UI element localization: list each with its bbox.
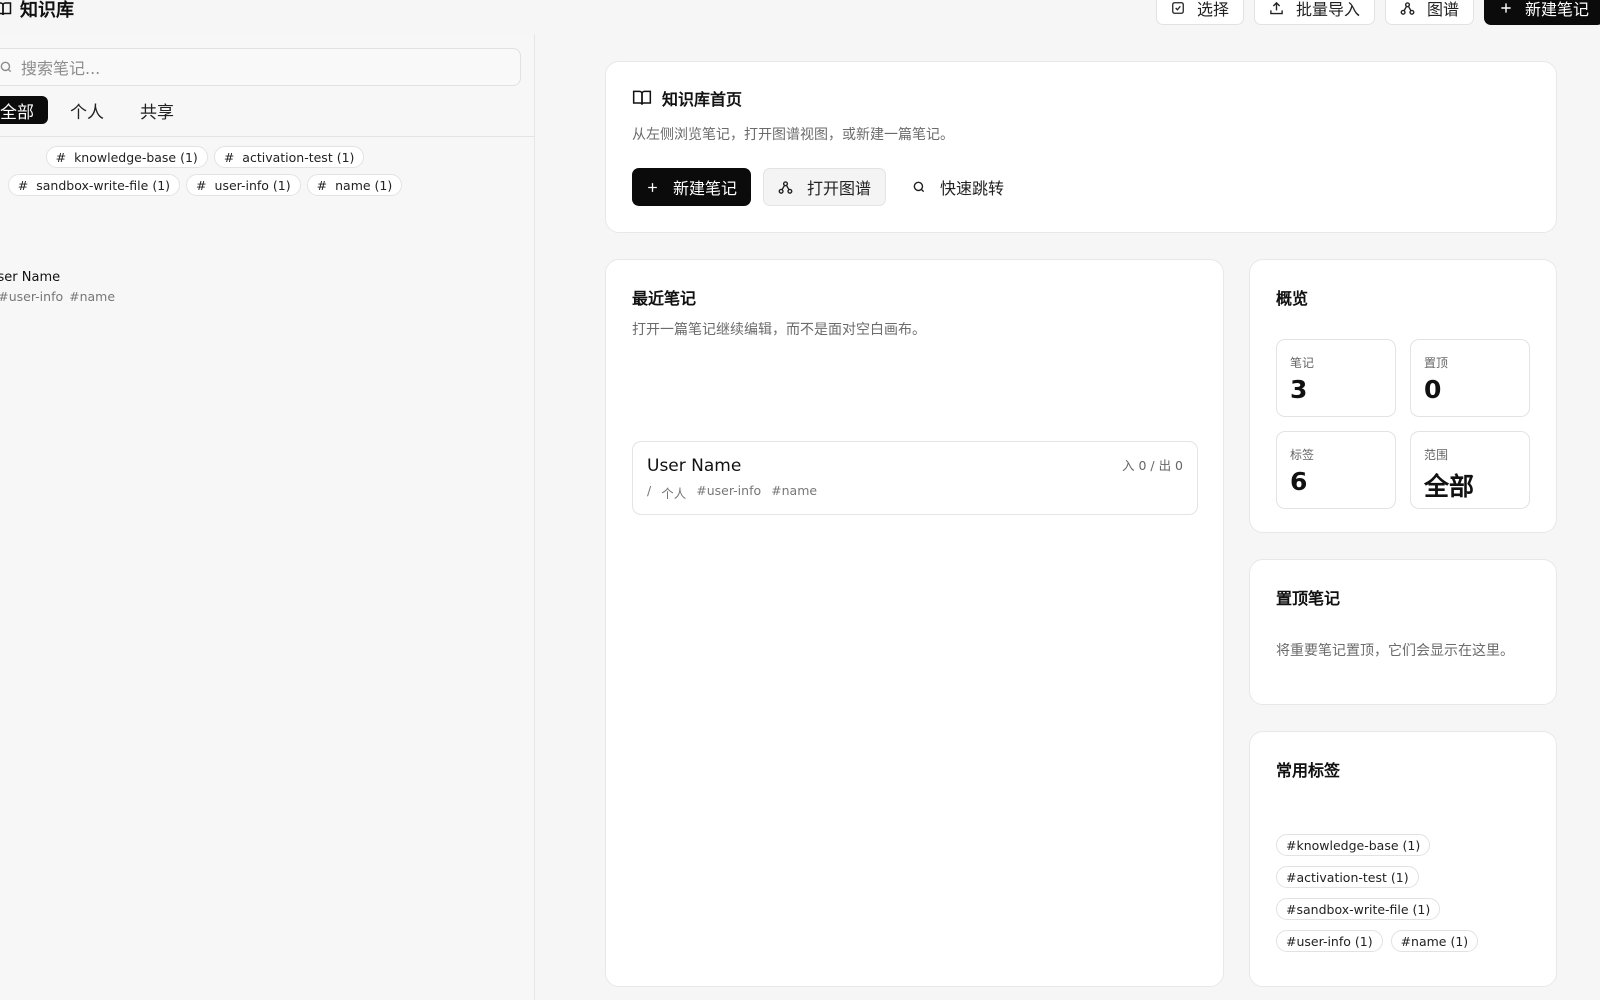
hash-icon: # — [316, 177, 328, 193]
sidebar-note-tag: #name — [69, 289, 116, 304]
plus-icon — [1499, 1, 1513, 15]
search-icon — [912, 180, 926, 194]
pinned-notes-title: 置顶笔记 — [1276, 589, 1341, 608]
divider — [0, 136, 535, 137]
common-tag-chip[interactable]: #activation-test (1) — [1276, 866, 1419, 888]
stat-label: 标签 — [1290, 448, 1315, 462]
import-button-label: 批量导入 — [1295, 0, 1360, 19]
hash-icon: # — [55, 149, 67, 165]
recent-note-tag: #name — [771, 483, 818, 498]
recent-notes-description: 打开一篇笔记继续编辑，而不是面对空白画布。 — [632, 322, 926, 338]
stat-value: 全部 — [1424, 472, 1475, 501]
tag-filter-label: sandbox-write-file (1) — [36, 177, 171, 193]
tab-shared[interactable]: 共享 — [134, 96, 188, 124]
stat-scope: 范围 全部 — [1410, 431, 1530, 509]
recent-notes-card: 最近笔记 打开一篇笔记继续编辑，而不是面对空白画布。 User Name 入 0… — [605, 259, 1224, 987]
hero-description: 从左侧浏览笔记，打开图谱视图，或新建一篇笔记。 — [632, 127, 954, 143]
new-note-button[interactable]: 新建笔记 — [1483, 0, 1600, 25]
stat-label: 范围 — [1424, 448, 1449, 462]
tag-filter-label: knowledge-base (1) — [74, 149, 198, 165]
sidebar-note-tag: #user-info — [0, 289, 64, 304]
quick-jump-button[interactable]: 快速跳转 — [898, 168, 1018, 206]
recent-note-path: / — [647, 483, 652, 498]
tag-filter-chip[interactable]: # user-info (1) — [186, 174, 301, 196]
top-bar: 知识库 选择 批量导入 图谱 新建笔记 — [0, 0, 1600, 34]
hash-icon: # — [196, 177, 207, 193]
hero-title: 知识库首页 — [632, 86, 1530, 110]
recent-notes-title: 最近笔记 — [632, 289, 697, 308]
overview-card: 概览 笔记 3 置顶 0 标签 6 范围 全部 — [1249, 259, 1557, 533]
open-graph-button[interactable]: 打开图谱 — [763, 168, 887, 206]
select-button-label: 选择 — [1196, 0, 1229, 19]
graph-button-label: 图谱 — [1426, 0, 1459, 19]
hash-icon: # — [17, 177, 29, 193]
sidebar-note-item[interactable]: User Name / #user-info #name — [0, 270, 115, 304]
common-tag-chip[interactable]: #knowledge-base (1) — [1276, 834, 1431, 856]
stat-tags: 标签 6 — [1276, 431, 1396, 509]
recent-note-meta: / 个人 #user-info #name — [647, 483, 1183, 502]
recent-note-scope: 个人 — [661, 486, 687, 501]
pinned-empty-text: 将重要笔记置顶，它们会显示在这里。 — [1276, 643, 1514, 659]
hero-actions: 新建笔记 打开图谱 快速跳转 — [632, 168, 1530, 206]
overview-title: 概览 — [1276, 289, 1309, 308]
stat-pinned: 置顶 0 — [1410, 339, 1530, 417]
import-button[interactable]: 批量导入 — [1253, 0, 1375, 25]
stat-notes: 笔记 3 — [1276, 339, 1396, 417]
sidebar: 搜索笔记... 全部 个人 共享 # knowledge-base (1) # ac… — [0, 34, 535, 1000]
common-tag-chip[interactable]: #user-info (1) — [1276, 930, 1383, 952]
search-icon — [0, 60, 13, 74]
tag-filter-chip[interactable]: # name (1) — [306, 174, 403, 196]
open-graph-label: 打开图谱 — [807, 179, 872, 198]
app-title: 知识库 — [0, 0, 74, 22]
pinned-notes-card: 置顶笔记 将重要笔记置顶，它们会显示在这里。 — [1249, 559, 1557, 705]
common-tags-list: #knowledge-base (1) #activation-test (1)… — [1276, 834, 1526, 952]
graph-button[interactable]: 图谱 — [1384, 0, 1474, 25]
recent-note-link-count: 入 0 / 出 0 — [1121, 458, 1183, 473]
hero-new-note-label: 新建笔记 — [673, 179, 738, 198]
common-tags-title: 常用标签 — [1276, 761, 1341, 780]
app-title-text: 知识库 — [20, 0, 74, 21]
recent-note-item[interactable]: User Name 入 0 / 出 0 / 个人 #user-info #nam… — [632, 441, 1198, 515]
search-placeholder: 搜索笔记... — [21, 59, 101, 78]
home-hero-card: 知识库首页 从左侧浏览笔记，打开图谱视图，或新建一篇笔记。 新建笔记 打开图谱 … — [605, 61, 1557, 233]
graph-icon — [778, 180, 793, 195]
search-input[interactable]: 搜索笔记... — [0, 48, 521, 86]
tab-all[interactable]: 全部 — [0, 96, 48, 124]
scope-tabs: 全部 个人 共享 — [0, 96, 188, 124]
tag-filter-label: user-info (1) — [214, 177, 291, 193]
plus-icon — [646, 181, 659, 194]
stat-label: 置顶 — [1424, 356, 1449, 370]
tag-filter-chip[interactable]: # activation-test (1) — [213, 146, 365, 168]
book-icon — [0, 0, 12, 18]
hero-new-note-button[interactable]: 新建笔记 — [632, 168, 752, 206]
hero-title-text: 知识库首页 — [662, 90, 743, 109]
tab-personal[interactable]: 个人 — [64, 96, 118, 124]
quick-jump-label: 快速跳转 — [940, 179, 1005, 198]
recent-note-tag: #user-info — [696, 483, 762, 498]
common-tags-card: 常用标签 #knowledge-base (1) #activation-tes… — [1249, 731, 1557, 987]
tag-filter-label: name (1) — [335, 177, 393, 193]
top-actions: 选择 批量导入 图谱 新建笔记 — [1155, 0, 1600, 25]
checkbox-icon — [1171, 1, 1185, 15]
hash-icon: # — [223, 149, 235, 165]
tag-filter-label: activation-test (1) — [242, 149, 355, 165]
sidebar-note-meta: / #user-info #name — [0, 289, 115, 304]
tag-filter-chip[interactable]: # knowledge-base (1) — [45, 146, 208, 168]
tag-filter-chip[interactable]: # sandbox-write-file (1) — [7, 174, 181, 196]
sidebar-note-title: User Name — [0, 270, 61, 285]
stat-value: 0 — [1424, 375, 1442, 404]
upload-icon — [1269, 1, 1284, 16]
recent-note-title: User Name — [647, 456, 742, 476]
common-tag-chip[interactable]: #sandbox-write-file (1) — [1276, 898, 1441, 920]
graph-icon — [1400, 1, 1415, 16]
overview-stats: 笔记 3 置顶 0 标签 6 范围 全部 — [1276, 339, 1530, 509]
stat-value: 3 — [1290, 375, 1308, 404]
new-note-button-label: 新建笔记 — [1524, 0, 1589, 19]
book-icon — [632, 88, 652, 108]
tag-filter-list: # knowledge-base (1) # activation-test (1)… — [0, 146, 420, 196]
common-tag-chip[interactable]: #name (1) — [1390, 930, 1479, 952]
select-button[interactable]: 选择 — [1155, 0, 1244, 25]
stat-value: 6 — [1290, 467, 1308, 496]
stat-label: 笔记 — [1290, 356, 1315, 370]
